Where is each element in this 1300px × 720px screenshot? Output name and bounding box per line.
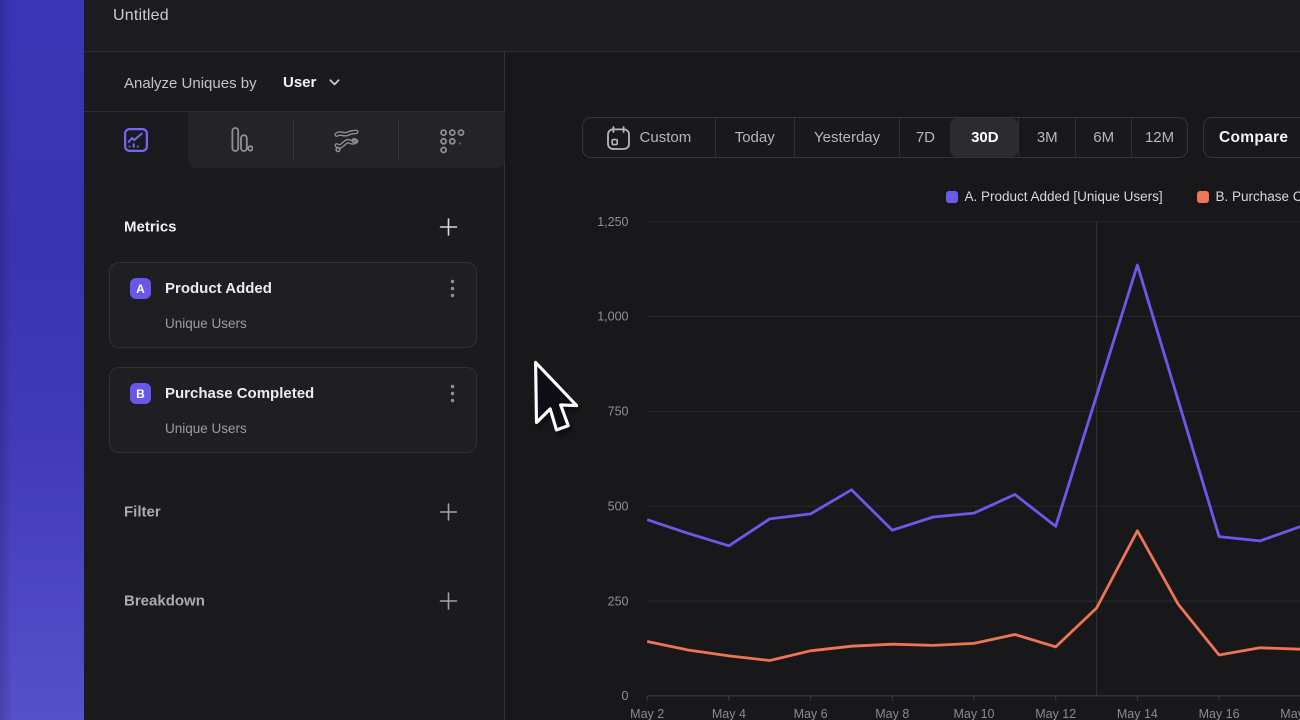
- svg-text:500: 500: [608, 499, 629, 513]
- svg-text:May 16: May 16: [1199, 707, 1240, 720]
- svg-text:0: 0: [622, 689, 629, 703]
- svg-text:750: 750: [608, 405, 629, 419]
- svg-text:May 12: May 12: [1035, 707, 1076, 720]
- svg-text:May 18: May 18: [1280, 707, 1300, 720]
- svg-text:1,000: 1,000: [597, 310, 628, 324]
- svg-text:May 6: May 6: [794, 707, 828, 720]
- svg-text:May 14: May 14: [1117, 707, 1158, 720]
- svg-text:May 4: May 4: [712, 707, 746, 720]
- svg-text:May 2: May 2: [630, 707, 664, 720]
- svg-text:May 8: May 8: [875, 707, 909, 720]
- svg-text:May 10: May 10: [954, 707, 995, 720]
- svg-text:250: 250: [608, 594, 629, 608]
- svg-text:1,250: 1,250: [597, 215, 628, 229]
